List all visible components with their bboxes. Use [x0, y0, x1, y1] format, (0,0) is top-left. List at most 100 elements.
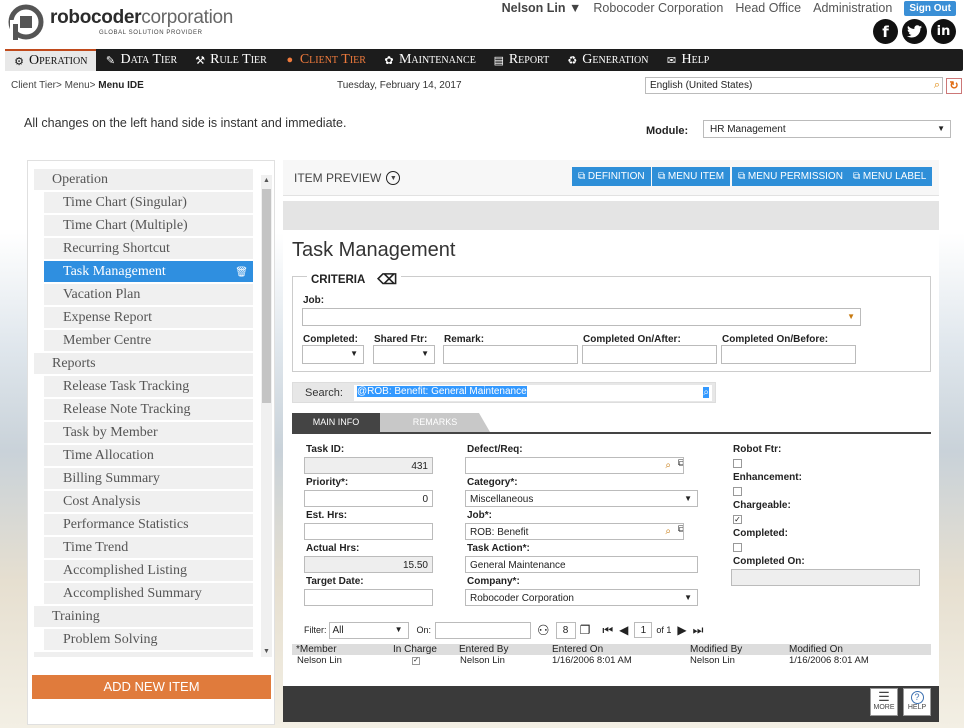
enhancement-checkbox[interactable] — [733, 487, 742, 496]
completed-before-input[interactable] — [721, 345, 856, 364]
search-input[interactable]: @ROB: Benefit: General Maintenance ⌕ — [354, 385, 712, 401]
menu-item-button[interactable]: ⧉ MENU ITEM — [652, 167, 731, 186]
refresh-icon[interactable]: ↻ — [946, 78, 962, 94]
page-number-input[interactable]: 1 — [634, 622, 653, 638]
filter-select[interactable]: All ▼ — [328, 621, 409, 639]
tree-item[interactable]: Release Task Tracking — [44, 376, 253, 397]
defect-input[interactable]: ⌕⧉ — [465, 457, 684, 474]
menu-permission-button[interactable]: ⧉ MENU PERMISSION — [732, 167, 849, 186]
priority-input[interactable]: 0 — [304, 490, 433, 507]
tree-item[interactable]: Task by Member — [44, 422, 253, 443]
search-icon[interactable]: ⌕ — [665, 526, 671, 537]
tree-group-partial[interactable] — [34, 652, 253, 657]
est-hrs-input[interactable] — [304, 523, 433, 540]
office-link[interactable]: Head Office — [735, 1, 801, 15]
remark-input[interactable] — [443, 345, 578, 364]
completed-checkbox[interactable] — [733, 543, 742, 552]
tree-item[interactable]: Vacation Plan — [44, 284, 253, 305]
module-select[interactable]: HR Management ▼ — [703, 120, 951, 138]
column-header[interactable]: Entered On — [552, 644, 603, 655]
company-select[interactable]: Robocoder Corporation ▼ — [465, 589, 698, 606]
table-row[interactable]: Nelson Lin ✓ Nelson Lin 1/16/2006 8:01 A… — [292, 655, 931, 667]
column-header[interactable]: *Member — [296, 644, 337, 655]
first-page-icon[interactable]: ⏮ — [602, 623, 613, 638]
company-logo[interactable]: robocodercorporation GLOBAL SOLUTION PRO… — [6, 2, 246, 42]
binoculars-icon[interactable]: ⚇ — [537, 622, 550, 639]
tree-item[interactable]: Cost Analysis — [44, 491, 253, 512]
tree-item[interactable]: Time Allocation — [44, 445, 253, 466]
target-date-input[interactable] — [304, 589, 433, 606]
sign-out-button[interactable]: Sign Out — [904, 0, 956, 16]
tree-item[interactable]: Release Note Tracking — [44, 399, 253, 420]
add-new-item-button[interactable]: ADD NEW ITEM — [32, 675, 271, 699]
twitter-icon[interactable] — [902, 19, 927, 44]
tree-item[interactable]: Billing Summary — [44, 468, 253, 489]
menu-label-button[interactable]: ⧉ MENU LABEL — [847, 167, 933, 186]
tree-item[interactable]: Time Trend — [44, 537, 253, 558]
linkedin-icon[interactable]: in — [931, 19, 956, 44]
tab-remarks[interactable]: REMARKS — [380, 413, 490, 432]
trash-icon[interactable]: 🗑 — [235, 262, 248, 283]
open-link-icon[interactable]: ⧉ — [678, 458, 683, 469]
search-icon[interactable]: ⌕ — [703, 387, 709, 398]
menu-data-tier[interactable]: ✎ Data Tier — [96, 49, 186, 71]
tree-item[interactable]: Expense Report — [44, 307, 253, 328]
robot-ftr-checkbox[interactable] — [733, 459, 742, 468]
job-input[interactable]: ROB: Benefit⌕⧉ — [465, 523, 684, 540]
last-page-icon[interactable]: ⏭ — [693, 623, 704, 638]
completed-select[interactable]: ▼ — [302, 345, 364, 364]
company-link[interactable]: Robocoder Corporation — [593, 1, 723, 15]
tree-item[interactable]: Accomplished Listing — [44, 560, 253, 581]
more-button[interactable]: ☰ MORE — [870, 688, 898, 716]
menu-help[interactable]: ✉ Help — [657, 49, 718, 71]
copy-icon[interactable]: ❐ — [580, 623, 591, 637]
search-icon[interactable]: ⌕ — [934, 79, 940, 92]
column-header[interactable]: Modified On — [789, 644, 843, 655]
breadcrumb-path[interactable]: Client Tier> Menu> — [11, 80, 98, 91]
tab-main-info[interactable]: MAIN INFO — [292, 413, 380, 432]
task-action-input[interactable]: General Maintenance — [465, 556, 698, 573]
menu-report[interactable]: ▤ Report — [485, 49, 558, 71]
language-search-field[interactable]: English (United States) ⌕ — [645, 77, 943, 94]
filter-on-input[interactable] — [435, 621, 532, 639]
administration-link[interactable]: Administration — [813, 1, 892, 15]
tree-item[interactable]: Time Chart (Multiple) — [44, 215, 253, 236]
open-link-icon[interactable]: ⧉ — [678, 524, 683, 535]
user-menu[interactable]: Nelson Lin ▼ — [502, 1, 582, 15]
tree-item[interactable]: Recurring Shortcut — [44, 238, 253, 259]
column-header[interactable]: Modified By — [690, 644, 742, 655]
menu-client-tier[interactable]: ● Client Tier — [276, 49, 375, 71]
column-header[interactable]: In Charge — [393, 644, 437, 655]
criteria-job-select[interactable]: ▼ — [302, 308, 861, 326]
tree-item-selected[interactable]: Task Management 🗑 — [44, 261, 253, 282]
tree-item[interactable]: Time Chart (Singular) — [44, 192, 253, 213]
tree-group-operation[interactable]: Operation — [34, 169, 253, 190]
tree-item[interactable]: Performance Statistics — [44, 514, 253, 535]
tree-item[interactable]: Accomplished Summary — [44, 583, 253, 604]
preview-toggle[interactable]: ITEM PREVIEW ▼ — [294, 171, 401, 185]
scroll-up-icon[interactable]: ▲ — [263, 177, 270, 184]
search-icon[interactable]: ⌕ — [665, 460, 671, 471]
definition-button[interactable]: ⧉ DEFINITION — [572, 167, 651, 186]
completed-after-input[interactable] — [582, 345, 717, 364]
eraser-icon[interactable]: ⌫ — [377, 271, 397, 288]
tree-scrollbar[interactable]: ▲ ▼ — [261, 175, 272, 657]
scrollbar-thumb[interactable] — [262, 189, 271, 403]
in-charge-checkbox[interactable]: ✓ — [412, 657, 420, 665]
help-button[interactable]: ? HELP — [903, 688, 931, 716]
tree-group-training[interactable]: Training — [34, 606, 253, 627]
menu-operation[interactable]: ⚙ Operation — [5, 49, 97, 71]
tree-item[interactable]: Problem Solving — [44, 629, 253, 650]
menu-maintenance[interactable]: ✿ Maintenance — [375, 49, 485, 71]
menu-rule-tier[interactable]: ⚒ Rule Tier — [186, 49, 276, 71]
chargeable-checkbox[interactable]: ✓ — [733, 515, 742, 524]
previous-page-icon[interactable]: ◀ — [619, 623, 628, 637]
next-page-icon[interactable]: ▶ — [677, 623, 686, 637]
shared-ftr-select[interactable]: ▼ — [373, 345, 435, 364]
facebook-icon[interactable]: f — [873, 19, 898, 44]
category-select[interactable]: Miscellaneous ▼ — [465, 490, 698, 507]
tree-group-reports[interactable]: Reports — [34, 353, 253, 374]
column-header[interactable]: Entered By — [459, 644, 508, 655]
scroll-down-icon[interactable]: ▼ — [263, 648, 270, 655]
menu-generation[interactable]: ♻ Generation — [558, 49, 657, 71]
